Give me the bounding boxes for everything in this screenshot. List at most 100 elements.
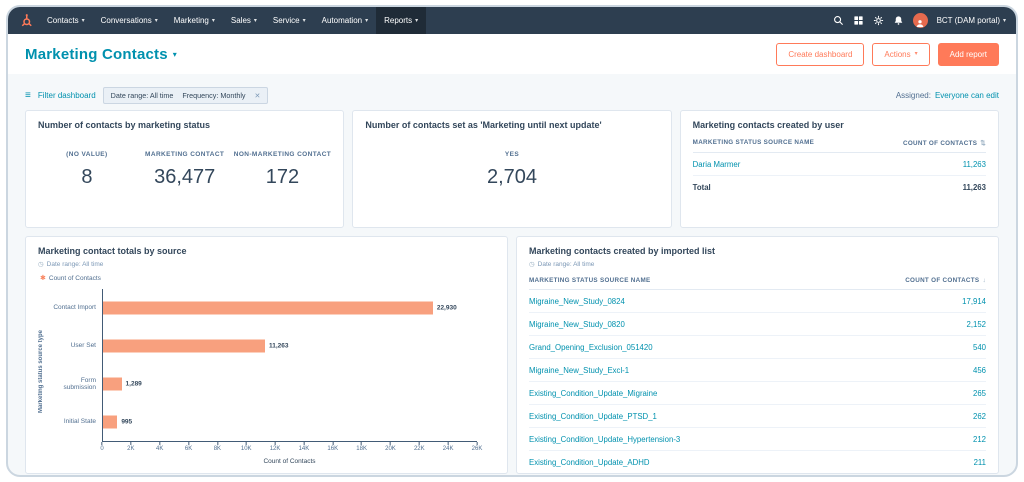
stat-label: (NO VALUE) [66, 151, 108, 158]
bar-value-label: 1,289 [125, 380, 142, 388]
bar[interactable] [103, 301, 433, 315]
count-link[interactable]: 540 [973, 343, 986, 352]
chevron-down-icon: ▾ [1002, 17, 1006, 24]
stat-value: 172 [265, 166, 300, 188]
card-until-next-update: Number of contacts set as 'Marketing unt… [352, 110, 672, 228]
count-link[interactable]: 211 [974, 458, 986, 467]
x-tick: 12K [270, 442, 280, 452]
stat-value: 2,704 [486, 166, 538, 188]
nav-item-service[interactable]: Service ▾ [265, 7, 314, 34]
list-name-link[interactable]: Existing_Condition_Update_PTSD_1 [529, 412, 657, 421]
nav-item-automation[interactable]: Automation ▾ [314, 7, 376, 34]
user-name-link[interactable]: Daria Marmer [693, 160, 741, 169]
chart-legend[interactable]: ✱ Count of Contacts [40, 274, 495, 283]
filter-bar: ≡ Filter dashboard Date range: All time … [8, 74, 1016, 104]
list-name-link[interactable]: Existing_Condition_Update_Hypertension-3 [529, 435, 680, 444]
bar[interactable] [103, 415, 118, 429]
dashboard-title-dropdown[interactable]: Marketing Contacts ▾ [25, 46, 177, 63]
list-name-link[interactable]: Grand_Opening_Exclusion_051420 [529, 343, 653, 352]
list-name-link[interactable]: Existing_Condition_Update_ADHD [529, 458, 650, 467]
close-icon[interactable]: ✕ [255, 92, 261, 100]
filter-list-icon[interactable]: ≡ [25, 90, 31, 101]
x-tick: 4K [156, 442, 163, 452]
count-link[interactable]: 262 [973, 412, 986, 421]
chevron-down-icon: ▾ [302, 17, 306, 24]
nav-item-label: Contacts [47, 16, 79, 25]
list-name-link[interactable]: Migraine_New_Study_0824 [529, 297, 625, 306]
table-row: Existing_Condition_Update_Migraine 265 [529, 382, 986, 405]
nav-item-label: Sales [230, 16, 251, 25]
page-header: Marketing Contacts ▾ Create dashboard Ac… [8, 34, 1016, 74]
legend-marker-icon: ✱ [40, 275, 46, 282]
count-link[interactable]: 11,263 [963, 160, 986, 169]
chevron-down-icon: ▾ [415, 17, 419, 24]
table-row: Existing_Condition_Update_Hypertension-3… [529, 428, 986, 451]
sort-desc-icon[interactable]: ↓ [982, 277, 986, 284]
add-report-button[interactable]: Add report [937, 42, 999, 66]
count-link[interactable]: 265 [973, 389, 986, 398]
chevron-down-icon: ▾ [211, 17, 215, 24]
table-row: Existing_Condition_Update_ADHD 211 [529, 451, 986, 473]
x-tick: 6K [185, 442, 192, 452]
category-label: Initial State [63, 418, 96, 426]
list-name-link[interactable]: Existing_Condition_Update_Migraine [529, 389, 657, 398]
nav-item-reports[interactable]: Reports ▾ [376, 7, 427, 34]
clock-icon: ◷ [529, 261, 535, 268]
nav-item-label: Conversations [100, 16, 152, 25]
count-link[interactable]: 2,152 [966, 320, 986, 329]
sort-icon[interactable]: ⇅ [980, 139, 986, 147]
search-icon[interactable] [833, 15, 844, 26]
stat-non-marketing-contact: NON-MARKETING CONTACT 172 [234, 151, 332, 189]
assigned-link[interactable]: Everyone can edit [935, 91, 999, 100]
hubspot-logo-icon[interactable] [18, 13, 33, 28]
account-name: BCT (DAM portal) [936, 16, 1000, 25]
bar-row: 995 [103, 403, 477, 441]
x-tick: 8K [214, 442, 221, 452]
count-link[interactable]: 456 [973, 366, 986, 375]
dashboard-content: Number of contacts by marketing status (… [8, 104, 1016, 474]
actions-button[interactable]: Actions ▾ [872, 42, 930, 66]
table-row: Grand_Opening_Exclusion_051420 540 [529, 336, 986, 359]
create-dashboard-button[interactable]: Create dashboard [776, 42, 865, 66]
card-totals-by-source: Marketing contact totals by source ◷ Dat… [25, 236, 508, 474]
chevron-down-icon: ▾ [253, 17, 257, 24]
card-title: Number of contacts set as 'Marketing unt… [365, 120, 602, 130]
x-tick: 2K [127, 442, 135, 452]
page-title: Marketing Contacts [25, 45, 168, 63]
settings-gear-icon[interactable] [873, 15, 884, 26]
legend-label: Count of Contacts [48, 274, 101, 282]
notifications-bell-icon[interactable] [893, 15, 904, 26]
marketplace-icon[interactable] [853, 15, 864, 26]
bar-value-label: 11,263 [269, 342, 289, 350]
stat-marketing-contact: MARKETING CONTACT 36,477 [136, 151, 234, 189]
list-name-link[interactable]: Migraine_New_Study_0820 [529, 320, 625, 329]
filter-dashboard-link[interactable]: Filter dashboard [38, 91, 96, 100]
assigned-label: Assigned: [895, 91, 931, 100]
count-link[interactable]: 212 [973, 435, 986, 444]
nav-item-label: Marketing [173, 16, 209, 25]
card-title: Marketing contact totals by source [38, 246, 187, 256]
stat-no-value: (NO VALUE) 8 [38, 151, 136, 189]
x-tick: 18K [356, 442, 367, 452]
x-tick: 14K [299, 442, 309, 452]
filter-chip[interactable]: Date range: All time Frequency: Monthly … [102, 87, 269, 104]
nav-item-marketing[interactable]: Marketing ▾ [166, 7, 223, 34]
nav-item-label: Reports [384, 16, 413, 25]
nav-item-contacts[interactable]: Contacts ▾ [39, 7, 93, 34]
clock-icon: ◷ [38, 261, 44, 268]
account-menu[interactable]: BCT (DAM portal) ▾ [937, 16, 1006, 25]
card-title: Number of contacts by marketing status [38, 120, 211, 130]
avatar[interactable] [912, 13, 928, 28]
column-source-name: MARKETING STATUS SOURCE NAME [529, 277, 651, 284]
total-label: Total [692, 182, 711, 192]
bar[interactable] [103, 339, 265, 353]
nav-item-sales[interactable]: Sales ▾ [223, 7, 265, 34]
count-link[interactable]: 17,914 [962, 297, 986, 306]
bar[interactable] [103, 377, 122, 391]
stat-value: 36,477 [154, 166, 216, 188]
table-header: MARKETING STATUS SOURCE NAME COUNT OF CO… [692, 139, 986, 153]
list-name-link[interactable]: Migraine_New_Study_Excl-1 [529, 366, 629, 375]
stat-label: MARKETING CONTACT [145, 151, 225, 158]
table-row: Migraine_New_Study_0824 17,914 [529, 290, 986, 313]
nav-item-conversations[interactable]: Conversations ▾ [93, 7, 166, 34]
